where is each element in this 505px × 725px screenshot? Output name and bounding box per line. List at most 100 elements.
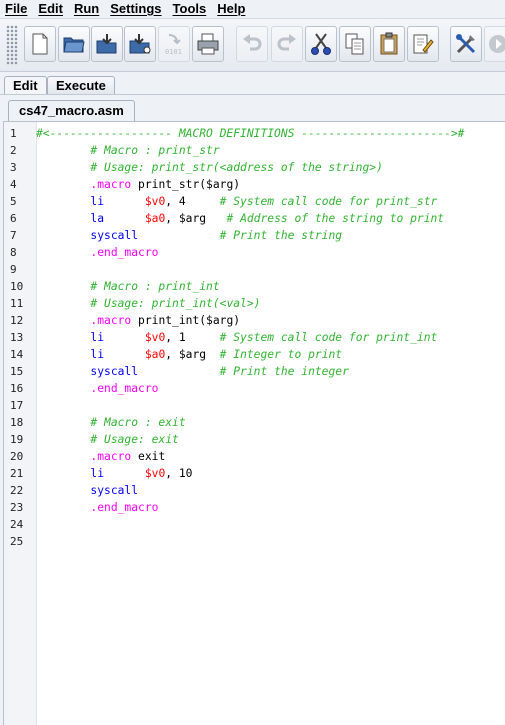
- code-token-text: exit: [131, 450, 166, 463]
- save-button[interactable]: [91, 26, 123, 62]
- undo-icon: [243, 34, 262, 51]
- line-number: 3: [10, 161, 17, 174]
- code-editor[interactable]: 1 #<------------------ MACRO DEFINITIONS …: [3, 121, 505, 725]
- code-token-comment: # Macro : exit: [90, 416, 186, 429]
- tab-execute[interactable]: Execute: [47, 76, 115, 95]
- code-token-text: , 4: [165, 195, 220, 208]
- code-token-reg: $a0: [144, 212, 166, 225]
- line-number: 10: [10, 280, 24, 293]
- code-line[interactable]: # Usage: print_str(<address of the strin…: [36, 159, 382, 176]
- code-line[interactable]: .end_macro: [36, 380, 158, 397]
- new-file-button[interactable]: [24, 26, 56, 62]
- menu-edit[interactable]: Edit: [38, 1, 63, 16]
- line-number: 11: [10, 297, 24, 310]
- code-line[interactable]: .end_macro: [36, 244, 158, 261]
- code-line[interactable]: # Macro : print_int: [36, 278, 219, 295]
- code-line[interactable]: #<------------------ MACRO DEFINITIONS -…: [36, 125, 464, 142]
- new-file-icon: [32, 33, 48, 55]
- save-as-icon: [129, 34, 151, 54]
- find-replace-button[interactable]: [407, 26, 439, 62]
- code-token-op: syscall: [90, 229, 139, 242]
- code-line[interactable]: .macro print_str($arg): [36, 176, 240, 193]
- line-number: 6: [10, 212, 17, 225]
- code-line[interactable]: li $v0, 10: [36, 465, 192, 482]
- run-icon: [489, 35, 505, 53]
- code-line[interactable]: .macro exit: [36, 448, 165, 465]
- print-button[interactable]: [192, 26, 224, 62]
- code-token-comment: # System call code for print_str: [219, 195, 438, 208]
- line-number: 2: [10, 144, 17, 157]
- code-token-text: , $arg: [165, 212, 227, 225]
- code-token-comment: #<------------------ MACRO DEFINITIONS -…: [36, 127, 465, 140]
- find-replace-icon: [413, 34, 434, 54]
- code-line[interactable]: li $v0, 4 # System call code for print_s…: [36, 193, 437, 210]
- code-line[interactable]: .macro print_int($arg): [36, 312, 240, 329]
- code-token-text: print_str($arg): [131, 178, 241, 191]
- menu-run[interactable]: Run: [74, 1, 99, 16]
- code-line[interactable]: # Macro : print_str: [36, 142, 220, 159]
- dump-memory-button[interactable]: 0101: [158, 26, 190, 62]
- menu-file[interactable]: File: [5, 1, 27, 16]
- line-number: 12: [10, 314, 24, 327]
- code-line[interactable]: la $a0, $arg # Address of the string to …: [36, 210, 444, 227]
- code-token-comment: # Address of the string to print: [226, 212, 445, 225]
- code-token-op: syscall: [90, 484, 139, 497]
- menu-tools[interactable]: Tools: [173, 1, 207, 16]
- code-token-reg: $a0: [144, 348, 166, 361]
- file-tab[interactable]: cs47_macro.asm: [8, 100, 135, 121]
- redo-icon: [277, 34, 296, 51]
- code-line[interactable]: # Usage: exit: [36, 431, 178, 448]
- code-token-op: li: [90, 331, 105, 344]
- line-number: 21: [10, 467, 24, 480]
- tab-edit[interactable]: Edit: [4, 76, 47, 95]
- toolbar-grip[interactable]: [6, 25, 18, 65]
- code-line[interactable]: syscall: [36, 482, 138, 499]
- open-folder-icon: [63, 37, 85, 53]
- line-number: 24: [10, 518, 24, 531]
- line-number: 16: [10, 382, 24, 395]
- menu-help[interactable]: Help: [217, 1, 245, 16]
- code-token-text: , 10: [165, 467, 193, 480]
- assemble-button[interactable]: [450, 26, 482, 62]
- code-token-dir: .macro: [90, 314, 132, 327]
- copy-icon: [345, 33, 364, 55]
- line-number: 20: [10, 450, 24, 463]
- code-token-comment: # Print the string: [219, 229, 343, 242]
- paste-button[interactable]: [373, 26, 405, 62]
- save-icon: [96, 34, 117, 54]
- run-button[interactable]: [484, 26, 505, 62]
- code-line[interactable]: # Usage: print_int(<val>): [36, 295, 260, 312]
- save-as-button[interactable]: [124, 26, 156, 62]
- open-file-button[interactable]: [58, 26, 90, 62]
- redo-button[interactable]: [271, 26, 303, 62]
- menu-settings[interactable]: Settings: [110, 1, 161, 16]
- code-token-comment: # System call code for print_int: [219, 331, 438, 344]
- code-token-reg: $v0: [144, 195, 166, 208]
- code-token-comment: # Macro : print_str: [90, 144, 220, 157]
- undo-button[interactable]: [236, 26, 268, 62]
- cut-button[interactable]: [305, 26, 337, 62]
- code-line[interactable]: .end_macro: [36, 499, 158, 516]
- line-number: 5: [10, 195, 17, 208]
- code-token-comment: # Integer to print: [219, 348, 343, 361]
- line-number: 4: [10, 178, 17, 191]
- code-token-op: li: [90, 467, 105, 480]
- code-line[interactable]: li $a0, $arg # Integer to print: [36, 346, 342, 363]
- line-number: 8: [10, 246, 17, 259]
- code-line[interactable]: syscall # Print the string: [36, 227, 342, 244]
- copy-button[interactable]: [339, 26, 371, 62]
- code-token-comment: # Usage: print_int(<val>): [90, 297, 261, 310]
- code-line[interactable]: li $v0, 1 # System call code for print_i…: [36, 329, 437, 346]
- code-line[interactable]: syscall # Print the integer: [36, 363, 348, 380]
- line-number: 14: [10, 348, 24, 361]
- code-line[interactable]: # Macro : exit: [36, 414, 186, 431]
